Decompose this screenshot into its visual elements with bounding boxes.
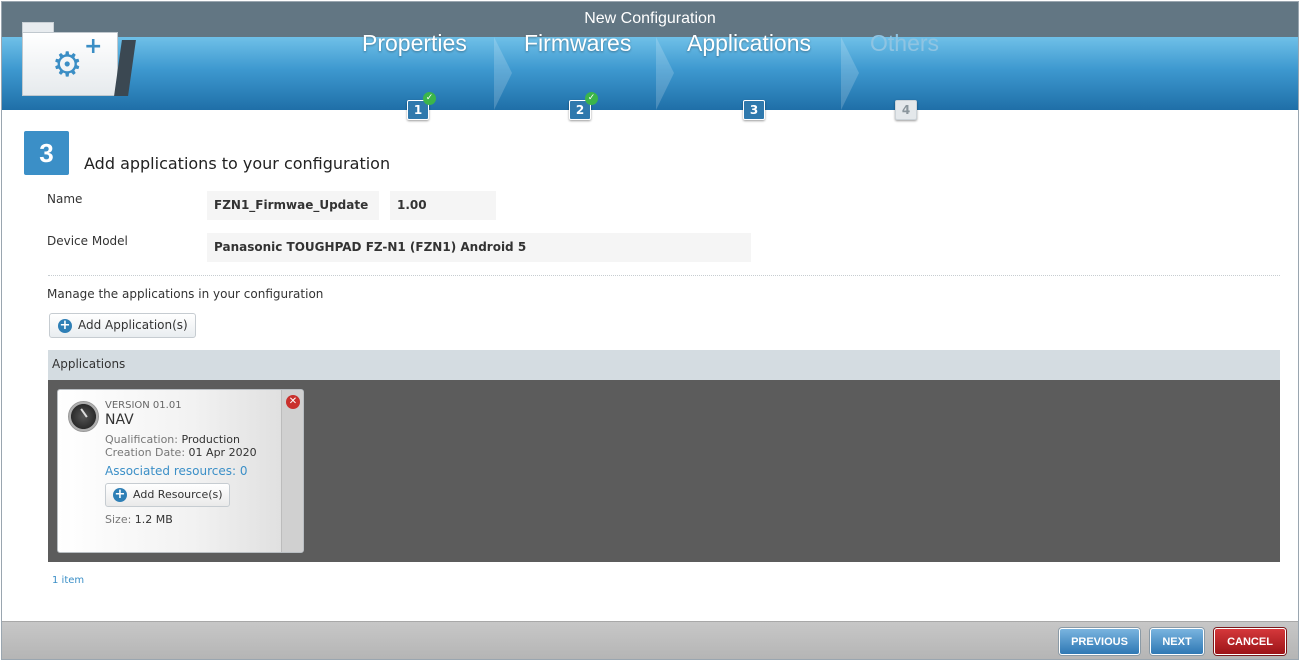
dialog-title: New Configuration bbox=[2, 2, 1298, 37]
device-model-label: Device Model bbox=[47, 234, 128, 248]
app-qualification: Qualification: Production bbox=[105, 433, 241, 446]
new-configuration-dialog: New Configuration ⚙ + Properties Firmwar… bbox=[1, 1, 1299, 660]
item-count: 1 item bbox=[52, 575, 85, 586]
add-application-button[interactable]: + Add Application(s) bbox=[49, 313, 196, 338]
wizard-step-others: Others bbox=[870, 30, 940, 56]
wizard-step-applications[interactable]: Applications bbox=[687, 30, 811, 57]
app-creation-date: Creation Date: 01 Apr 2020 bbox=[105, 446, 257, 459]
plus-circle-icon: + bbox=[58, 318, 72, 333]
app-name: NAV bbox=[105, 412, 134, 428]
associated-resources-link[interactable]: Associated resources: 0 bbox=[105, 464, 248, 478]
check-circle-icon: ✓ bbox=[585, 92, 598, 105]
wizard-divider bbox=[841, 37, 859, 110]
add-resource-label: Add Resource(s) bbox=[133, 488, 223, 501]
next-button[interactable]: NEXT bbox=[1150, 628, 1204, 655]
cancel-button[interactable]: CANCEL bbox=[1214, 628, 1286, 655]
wizard-divider bbox=[494, 37, 512, 110]
wizard-step-firmwares[interactable]: Firmwares bbox=[524, 30, 631, 57]
divider bbox=[48, 275, 1280, 276]
compass-icon bbox=[68, 401, 99, 432]
remove-x-icon[interactable]: ✕ bbox=[286, 395, 300, 409]
version-field: 1.00 bbox=[390, 191, 496, 220]
add-resource-button[interactable]: + Add Resource(s) bbox=[105, 483, 230, 507]
name-label: Name bbox=[47, 192, 83, 206]
step-number-3: 3 bbox=[743, 100, 765, 120]
card-side-strip bbox=[281, 390, 303, 552]
wizard-step-properties[interactable]: Properties bbox=[362, 30, 467, 57]
previous-button[interactable]: PREVIOUS bbox=[1059, 628, 1140, 655]
manage-applications-text: Manage the applications in your configur… bbox=[47, 287, 324, 301]
folder-gear-plus-icon: ⚙ + bbox=[22, 22, 136, 98]
device-model-field: Panasonic TOUGHPAD FZ-N1 (FZN1) Android … bbox=[207, 233, 751, 262]
section-heading: Add applications to your configuration bbox=[84, 154, 391, 173]
add-application-label: Add Application(s) bbox=[78, 318, 188, 332]
app-size: Size: 1.2 MB bbox=[105, 513, 173, 526]
applications-header: Applications bbox=[48, 350, 1280, 380]
wizard-divider bbox=[656, 37, 674, 110]
wizard-bar bbox=[2, 37, 1298, 110]
plus-circle-icon: + bbox=[113, 487, 127, 502]
app-version: VERSION 01.01 bbox=[105, 400, 182, 411]
name-field: FZN1_Firmwae_Update bbox=[207, 191, 379, 220]
step-number-4: 4 bbox=[895, 100, 917, 120]
check-circle-icon: ✓ bbox=[423, 92, 436, 105]
application-card[interactable]: ✕ VERSION 01.01 NAV Qualification: Produ… bbox=[57, 389, 304, 553]
section-number-badge: 3 bbox=[24, 131, 69, 175]
